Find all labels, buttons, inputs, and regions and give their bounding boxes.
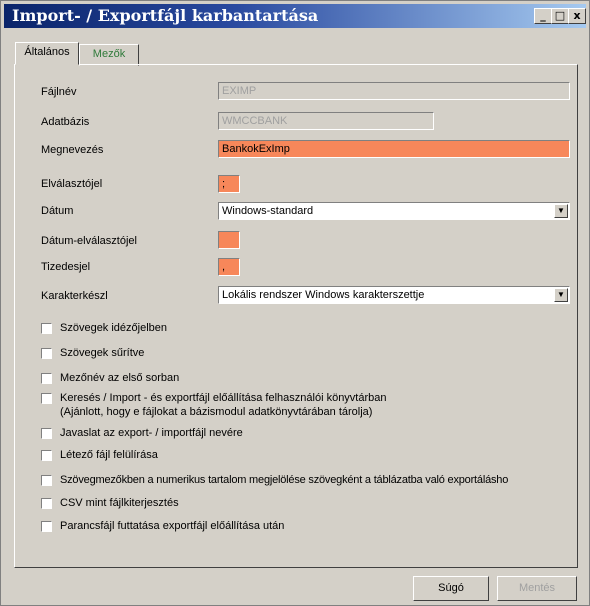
datum-label: Dátum: [41, 205, 74, 217]
checkbox-label: CSV mint fájlkiterjesztés: [60, 497, 179, 509]
datum-select[interactable]: Windows-standard ▼: [218, 202, 570, 220]
karakterkeszlet-value: Lokális rendszer Windows karakterszettje: [222, 289, 425, 301]
close-icon: x: [573, 9, 581, 22]
minimize-icon: _: [540, 9, 546, 22]
megnevezes-field[interactable]: BankokExImp: [218, 140, 570, 158]
datum-elvalasztojel-field[interactable]: [218, 231, 240, 249]
checkbox-box[interactable]: [41, 373, 52, 384]
export-import-dialog: Import- / Exportfájl karbantartása _ □ x…: [0, 0, 590, 606]
tab-altalanos[interactable]: Általános: [15, 42, 79, 65]
tab-label: Általános: [24, 46, 70, 58]
datum-elvalasztojel-label: Dátum-elválasztójel: [41, 235, 137, 247]
megnevezes-label: Megnevezés: [41, 144, 104, 156]
checkbox-label: Parancsfájl futtatása exportfájl előállí…: [60, 520, 285, 532]
checkbox-label: Létező fájl felülírása: [60, 449, 158, 461]
tab-label: Mezők: [92, 48, 126, 60]
close-button[interactable]: x: [568, 8, 586, 24]
checkbox-label: Mezőnév az első sorban: [60, 372, 180, 384]
help-button[interactable]: Súgó: [413, 576, 489, 601]
checkbox-box[interactable]: [41, 450, 52, 461]
checkbox-box[interactable]: [41, 393, 52, 404]
title-bar[interactable]: Import- / Exportfájl karbantartása _ □ x: [4, 4, 586, 28]
adatbazis-field[interactable]: WMCCBANK: [218, 112, 434, 130]
checkbox-box[interactable]: [41, 323, 52, 334]
checkbox-box[interactable]: [41, 428, 52, 439]
window-title: Import- / Exportfájl karbantartása: [12, 6, 319, 25]
datum-value: Windows-standard: [222, 205, 314, 217]
fajlnev-label: Fájlnév: [41, 86, 77, 98]
chevron-down-icon[interactable]: ▼: [554, 288, 568, 302]
karakterkeszlet-select[interactable]: Lokális rendszer Windows karakterszettje…: [218, 286, 570, 304]
tizedesjel-field[interactable]: ,: [218, 258, 240, 276]
checkbox-box[interactable]: [41, 498, 52, 509]
checkbox-label: Keresés / Import - és exportfájl előállí…: [60, 392, 387, 404]
checkbox-box[interactable]: [41, 521, 52, 532]
elvalasztojel-label: Elválasztójel: [41, 178, 103, 190]
tizedesjel-label: Tizedesjel: [41, 261, 91, 273]
save-button[interactable]: Mentés: [497, 576, 577, 601]
minimize-button[interactable]: _: [534, 8, 552, 24]
maximize-icon: □: [554, 9, 566, 22]
chevron-down-icon[interactable]: ▼: [554, 204, 568, 218]
checkbox-box[interactable]: [41, 348, 52, 359]
checkbox-label: Szövegek idézőjelben: [60, 322, 168, 334]
adatbazis-label: Adatbázis: [41, 116, 90, 128]
fajlnev-field[interactable]: EXIMP: [218, 82, 570, 100]
tab-mezok[interactable]: Mezők: [79, 44, 139, 66]
maximize-button[interactable]: □: [551, 8, 569, 24]
checkbox-note: (Ajánlott, hogy e fájlokat a bázismodul …: [60, 406, 373, 418]
checkbox-box[interactable]: [41, 475, 52, 486]
checkbox-label: Javaslat az export- / importfájl nevére: [60, 427, 243, 439]
karakterkeszlet-label: Karakterkészl: [41, 290, 108, 302]
checkbox-label: Szövegmezőkben a numerikus tartalom megj…: [60, 474, 509, 486]
elvalasztojel-field[interactable]: ;: [218, 175, 240, 193]
checkbox-label: Szövegek sűrítve: [60, 347, 145, 359]
tab-panel-altalanos: Fájlnév EXIMP Adatbázis WMCCBANK Megneve…: [14, 64, 578, 568]
